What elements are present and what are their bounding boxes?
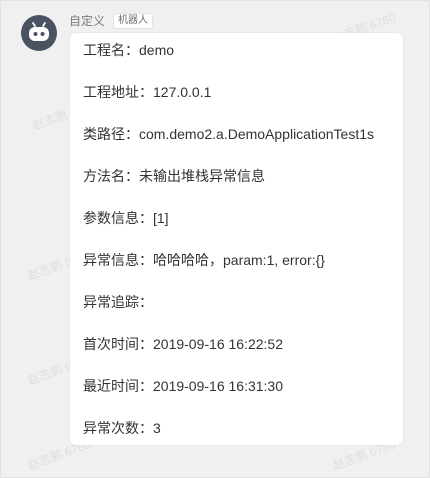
message-line-exception-trace: 异常追踪：	[83, 294, 153, 310]
sender-name[interactable]: 自定义	[69, 12, 105, 29]
robot-icon	[29, 22, 49, 41]
message-line-exception-count: 异常次数：3	[83, 420, 161, 436]
message-line-project-address: 工程地址：127.0.0.1	[83, 84, 212, 100]
robot-tag: 机器人	[113, 12, 154, 29]
sender-header: 自定义 机器人	[69, 12, 154, 29]
message-bubble[interactable]: 工程名：demo 工程地址：127.0.0.1 类路径：com.demo2.a.…	[70, 33, 403, 445]
robot-avatar[interactable]	[21, 15, 57, 51]
message-line-exception-info: 异常信息：哈哈哈哈，param:1, error:{}	[83, 252, 325, 268]
message-line-project-name: 工程名：demo	[83, 42, 175, 58]
message-line-params: 参数信息：[1]	[83, 210, 169, 226]
chat-window: 赵志鹏 6760 赵志鹏 6760 赵志鹏 6760 赵志鹏 6760 赵志鹏 …	[0, 0, 430, 478]
message-line-method-name: 方法名：未输出堆栈异常信息	[83, 168, 265, 184]
message-line-first-time: 首次时间：2019-09-16 16:22:52	[83, 336, 283, 352]
message-line-class-path: 类路径：com.demo2.a.DemoApplicationTest1s	[83, 126, 375, 142]
message-line-last-time: 最近时间：2019-09-16 16:31:30	[83, 378, 283, 394]
